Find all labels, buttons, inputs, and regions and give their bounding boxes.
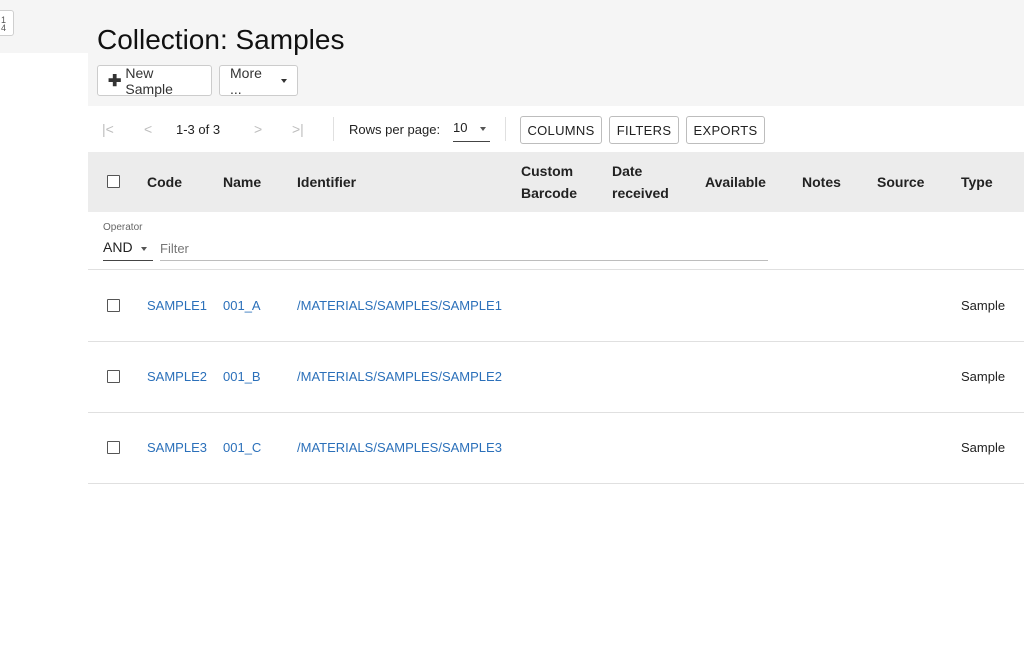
header-available[interactable]: Available: [705, 171, 766, 193]
exports-button[interactable]: EXPORTS: [686, 116, 765, 144]
table-row[interactable]: SAMPLE3 001_C /MATERIALS/SAMPLES/SAMPLE3…: [88, 412, 1024, 484]
pager-divider: [505, 117, 506, 141]
header-code[interactable]: Code: [147, 171, 182, 193]
row-type: Sample: [961, 369, 1006, 384]
select-all-checkbox[interactable]: [107, 175, 120, 188]
table-row[interactable]: SAMPLE2 001_B /MATERIALS/SAMPLES/SAMPLE2…: [88, 341, 1024, 413]
header-custom-barcode-line2: Barcode: [521, 185, 578, 201]
row-name-link[interactable]: 001_C: [223, 440, 261, 455]
header-notes[interactable]: Notes: [802, 171, 841, 193]
row-code-link[interactable]: SAMPLE2: [147, 369, 207, 384]
caret-down-icon: [141, 247, 147, 251]
caret-down-icon: [480, 127, 486, 131]
row-checkbox[interactable]: [107, 441, 120, 454]
previous-page-icon[interactable]: <: [144, 121, 152, 137]
next-page-icon[interactable]: >: [254, 121, 262, 137]
plus-icon: ✚: [108, 72, 122, 90]
table-row[interactable]: SAMPLE1 001_A /MATERIALS/SAMPLES/SAMPLE1…: [88, 270, 1024, 342]
caret-down-icon: [281, 78, 287, 83]
row-name-link[interactable]: 001_A: [223, 298, 261, 313]
rows-per-page-select[interactable]: 10: [453, 117, 490, 142]
row-code-link[interactable]: SAMPLE3: [147, 440, 207, 455]
row-checkbox[interactable]: [107, 370, 120, 383]
columns-button[interactable]: COLUMNS: [520, 116, 602, 144]
header-source[interactable]: Source: [877, 171, 924, 193]
operator-value: AND: [103, 239, 133, 255]
header-custom-barcode[interactable]: Custom Barcode: [521, 160, 577, 204]
row-identifier-link[interactable]: /MATERIALS/SAMPLES/SAMPLE3: [297, 440, 502, 455]
last-page-icon[interactable]: >|: [292, 121, 304, 137]
row-code-link[interactable]: SAMPLE1: [147, 298, 207, 313]
new-sample-label: New Sample: [125, 64, 173, 97]
pagination-bar: |< < 1-3 of 3 > >| Rows per page: 10 COL…: [88, 113, 1024, 147]
filters-button[interactable]: FILTERS: [609, 116, 679, 144]
first-page-icon[interactable]: |<: [102, 121, 114, 137]
operator-select[interactable]: AND: [103, 236, 153, 261]
filter-input[interactable]: [160, 236, 768, 261]
row-identifier-link[interactable]: /MATERIALS/SAMPLES/SAMPLE1: [297, 298, 502, 313]
row-checkbox[interactable]: [107, 299, 120, 312]
rows-per-page-value: 10: [453, 120, 468, 135]
operator-label: Operator: [103, 222, 143, 233]
header-name[interactable]: Name: [223, 171, 261, 193]
page-range: 1-3 of 3: [176, 122, 221, 137]
more-label: More ...: [230, 64, 262, 97]
header-date-received[interactable]: Date received: [612, 160, 669, 204]
pager-divider: [333, 117, 334, 141]
corner-toggle-button[interactable]: 1 4: [0, 10, 14, 36]
header-identifier[interactable]: Identifier: [297, 171, 356, 193]
row-type: Sample: [961, 298, 1006, 313]
rows-per-page-label: Rows per page:: [349, 122, 441, 137]
header-type[interactable]: Type: [961, 171, 993, 193]
row-identifier-link[interactable]: /MATERIALS/SAMPLES/SAMPLE2: [297, 369, 502, 384]
page-title: Collection: Samples: [97, 24, 345, 55]
more-dropdown-button[interactable]: More ...: [219, 64, 298, 97]
row-name-link[interactable]: 001_B: [223, 369, 261, 384]
new-sample-button[interactable]: ✚ New Sample: [97, 64, 212, 97]
header-date-received-line1: Date: [612, 163, 643, 179]
header-custom-barcode-line1: Custom: [521, 163, 574, 179]
table-header: Code Name Identifier Custom Barcode Date…: [88, 152, 1024, 212]
filter-row: Operator AND: [88, 212, 1024, 270]
header-date-received-line2: received: [612, 185, 669, 201]
row-type: Sample: [961, 440, 1006, 455]
